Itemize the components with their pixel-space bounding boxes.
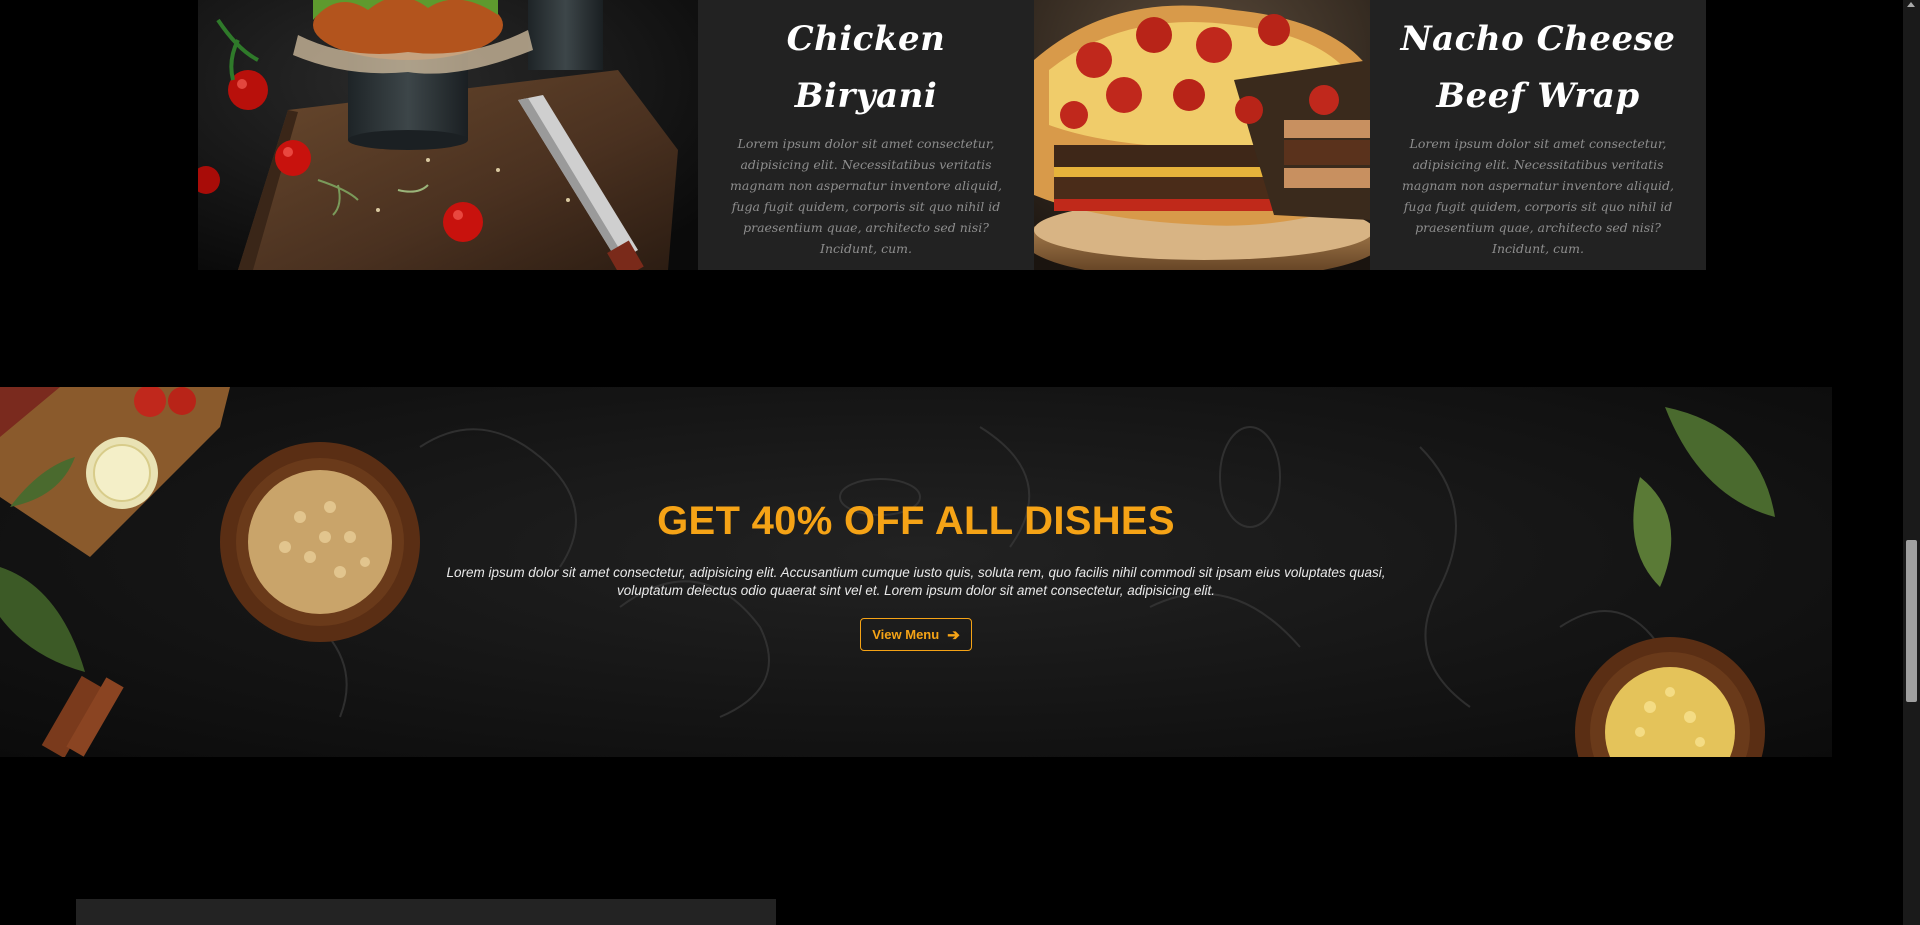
burger-photo-icon — [198, 0, 698, 270]
scroll-up-icon[interactable] — [1907, 2, 1915, 7]
promo-content: GET 40% OFF ALL DISHES Lorem ipsum dolor… — [0, 499, 1832, 651]
promo-banner: GET 40% OFF ALL DISHES Lorem ipsum dolor… — [0, 387, 1832, 757]
dish-title-line-1: Nacho Cheese — [1400, 19, 1676, 59]
promo-title: GET 40% OFF ALL DISHES — [657, 499, 1175, 543]
menu-grid-row: Chicken Biryani Lorem ipsum dolor sit am… — [198, 0, 1706, 270]
menu-card-chicken-biryani: Chicken Biryani Lorem ipsum dolor sit am… — [698, 0, 1034, 270]
scroll-thumb[interactable] — [1906, 540, 1917, 702]
promo-description: Lorem ipsum dolor sit amet consectetur, … — [446, 565, 1386, 598]
page-scrollbar[interactable] — [1903, 0, 1920, 925]
dish-title: Chicken Biryani — [786, 19, 946, 116]
menu-card-nacho-cheese-beef-wrap: Nacho Cheese Beef Wrap Lorem ipsum dolor… — [1370, 0, 1706, 270]
burger-image — [198, 0, 698, 270]
arrow-right-icon: ➔ — [947, 626, 960, 644]
dish-description: Lorem ipsum dolor sit amet consectetur, … — [1402, 136, 1674, 256]
dish-title-line-2: Beef Wrap — [1436, 76, 1640, 116]
pizza-burger-photo-icon — [1034, 0, 1370, 270]
view-menu-label: View Menu — [872, 627, 940, 642]
pizza-image — [1034, 0, 1370, 270]
dish-title: Nacho Cheese Beef Wrap — [1401, 11, 1676, 125]
dish-description: Lorem ipsum dolor sit amet consectetur, … — [730, 136, 1002, 256]
view-menu-button[interactable]: View Menu ➔ — [860, 618, 972, 651]
next-section-card — [76, 899, 776, 925]
